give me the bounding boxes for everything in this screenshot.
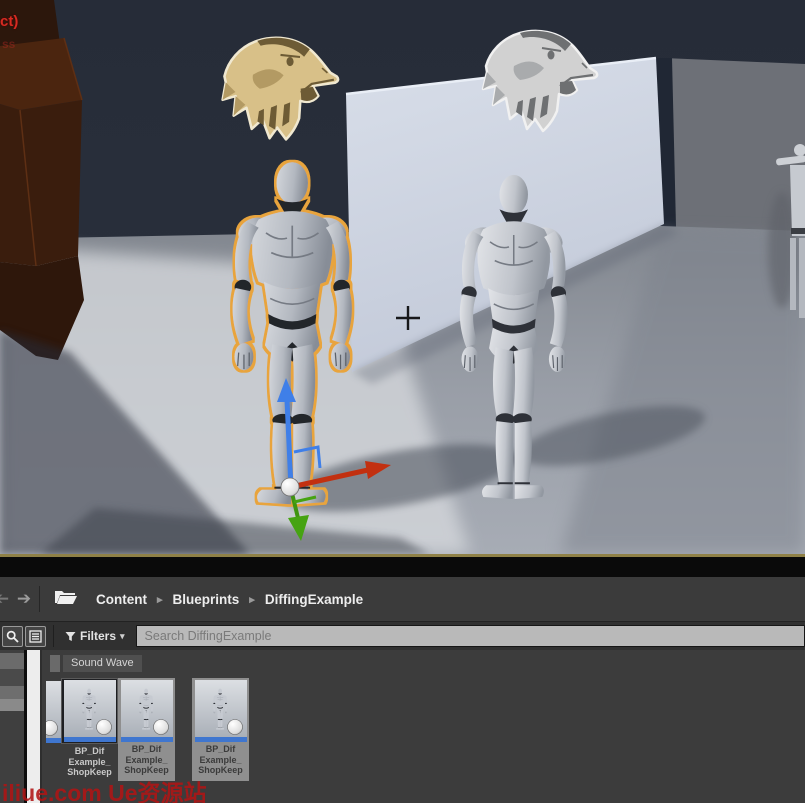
unreal-editor-window: ct) ss ➔ ➔ Content ▸ Blueprints ▸ Diffin…	[0, 0, 805, 803]
breadcrumb-diffingexample[interactable]: DiffingExample	[265, 592, 363, 607]
filter-chip-label: Sound Wave	[63, 655, 142, 672]
breadcrumb-separator: ▸	[249, 593, 255, 606]
asset-tile-selected[interactable]: BP_Dif Example_ ShopKeep	[118, 678, 175, 781]
viewport-debug-text-faint: ss	[2, 37, 15, 51]
source-row	[0, 669, 24, 686]
breadcrumb-blueprints[interactable]: Blueprints	[173, 592, 240, 607]
filters-label: Filters	[80, 629, 116, 643]
filter-chip-color-tab	[50, 655, 60, 672]
asset-tile-selected[interactable]: BP_Dif Example_ ShopKeep	[192, 678, 249, 781]
search-toggle-button[interactable]	[2, 626, 23, 647]
source-row	[0, 699, 24, 711]
content-browser-path-bar: ➔ ➔ Content ▸ Blueprints ▸ DiffingExampl…	[0, 577, 805, 622]
asset-label-line: Example_	[192, 755, 249, 766]
viewport-debug-text: ct)	[0, 13, 18, 30]
blueprint-type-bar	[195, 737, 247, 742]
level-viewport[interactable]: ct) ss	[0, 0, 805, 554]
panel-gap	[0, 557, 805, 577]
folder-open-icon	[54, 588, 78, 610]
divider	[39, 586, 40, 612]
history-back-button[interactable]: ➔	[0, 588, 13, 610]
breadcrumb-separator: ▸	[157, 593, 163, 606]
asset-label: BP_Dif Example_ ShopKeep	[118, 744, 175, 776]
viewport-scene	[0, 0, 805, 554]
asset-label-line: Example_	[61, 757, 118, 768]
asset-tile[interactable]	[61, 678, 118, 744]
search-input[interactable]	[136, 625, 805, 647]
magnifier-icon	[6, 630, 19, 643]
asset-label-line: BP_Dif	[61, 746, 118, 757]
filters-button[interactable]: Filters ▾	[61, 629, 129, 643]
asset-thumbnail	[195, 680, 247, 742]
asset-thumbnail	[64, 680, 116, 742]
blueprint-type-bar	[121, 737, 173, 742]
breadcrumb-content[interactable]: Content	[96, 592, 147, 607]
asset-label-line: BP_Dif	[192, 744, 249, 755]
site-watermark: iliue.com Ue资源站	[2, 774, 206, 803]
sources-panel-toggle-button[interactable]	[25, 626, 46, 647]
asset-thumbnail	[121, 680, 173, 742]
content-browser: Filters ▾ Sound Wave	[0, 622, 805, 803]
asset-label: BP_Dif Example_ ShopKeep	[61, 746, 118, 778]
source-row	[0, 686, 24, 699]
content-browser-toolbar: Filters ▾	[0, 622, 805, 650]
divider	[53, 625, 54, 647]
asset-label: BP_Dif Example_ ShopKeep	[192, 744, 249, 776]
history-forward-button[interactable]: ➔	[13, 588, 35, 610]
list-icon	[29, 630, 42, 643]
asset-label-line: Example_	[118, 755, 175, 766]
source-row	[0, 653, 24, 669]
gizmo-origin-sphere[interactable]	[281, 478, 299, 496]
asset-tile-clipped[interactable]	[46, 681, 62, 743]
asset-view-area: Sound Wave	[0, 650, 805, 803]
funnel-icon	[65, 631, 76, 642]
filter-chip-sound-wave[interactable]: Sound Wave	[50, 655, 142, 672]
blueprint-type-bar	[64, 737, 116, 742]
asset-label-line: BP_Dif	[118, 744, 175, 755]
chevron-down-icon: ▾	[120, 631, 125, 642]
